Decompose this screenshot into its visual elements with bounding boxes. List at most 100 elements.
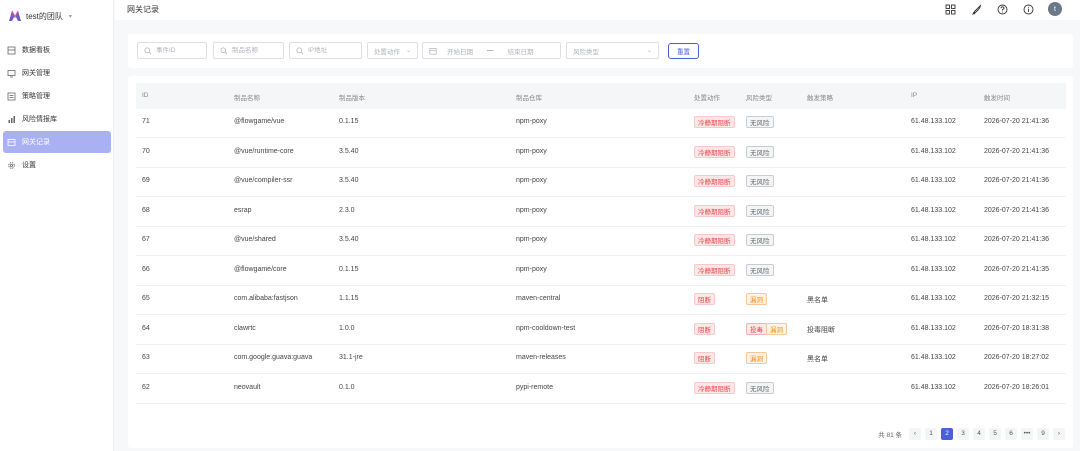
risk-tag: 无风险 <box>746 145 774 158</box>
top-header: 网关记录 t <box>115 0 1080 20</box>
table-row[interactable]: 67 @vue/shared 3.5.40 npm-poxy 61.48.133.102… <box>136 227 1066 256</box>
risk-tag: 无风险 <box>746 234 774 246</box>
sidebar-item-risk-intel[interactable]: 风险情报库 <box>3 108 111 130</box>
cell-ip: 61.48.133.102 <box>911 236 956 243</box>
cell-ip: 61.48.133.102 <box>911 354 956 361</box>
cell-id: 71 <box>142 118 150 125</box>
cell-repo: npm-poxy <box>516 177 547 184</box>
pagination-page-button[interactable]: 2 <box>941 427 953 440</box>
avatar[interactable]: t <box>1048 2 1062 16</box>
table-header: ID 制品名称 制品版本 制品仓库 处置动作 风险类型 触发策略 IP 触发时间 <box>136 83 1066 109</box>
table-row[interactable]: 62 neovault 0.1.0 pypi-remote 61.48.133.102 2… <box>136 375 1066 404</box>
sidebar-item-gateway[interactable]: 网关管理 <box>3 62 111 84</box>
sidebar-item-label: 网关管理 <box>22 70 50 77</box>
sidebar-item-settings[interactable]: 设置 <box>3 154 111 176</box>
table-row[interactable]: 66 @flowgame/core 0.1.15 npm-poxy 61.48.133.… <box>136 257 1066 286</box>
pagination-page-button[interactable]: 6 <box>1005 427 1017 440</box>
info-icon[interactable] <box>1022 3 1034 15</box>
team-switcher[interactable]: test的团队 ▾ <box>8 8 72 24</box>
cell-version: 2.3.0 <box>339 206 355 214</box>
column-header-action: 处置动作 <box>694 95 720 102</box>
pagination-page-button[interactable]: 4 <box>973 427 985 440</box>
risk-tag: 无风险 <box>746 263 774 276</box>
column-header-time: 触发时间 <box>984 95 1010 102</box>
chart-icon <box>7 115 16 124</box>
table-row[interactable]: 64 clawrtc 1.0.0 npm-cooldown-test 投毒阻断 61.48… <box>136 316 1066 345</box>
team-name: test的团队 <box>26 11 63 21</box>
cell-time: 2026-07-20 18:27:02 <box>984 354 1049 361</box>
policy-icon <box>7 92 16 101</box>
records-table: ID 制品名称 制品版本 制品仓库 处置动作 风险类型 触发策略 IP 触发时间… <box>128 76 1073 448</box>
sidebar-item-dashboard[interactable]: 数据看板 <box>3 39 111 61</box>
date-separator: — <box>487 47 494 54</box>
gear-icon <box>7 161 16 170</box>
record-icon <box>7 138 16 147</box>
pagination-prev-button[interactable]: ‹ <box>909 427 921 440</box>
risk-tag: 无风险 <box>746 381 774 394</box>
table-row[interactable]: 68 esrap 2.3.0 npm-poxy 61.48.133.102 2026-07… <box>136 198 1066 227</box>
cell-name: clawrtc <box>234 324 256 332</box>
cell-id: 67 <box>142 236 150 243</box>
rocket-icon[interactable] <box>970 3 982 15</box>
table-row[interactable]: 70 @vue/runtime-core 3.5.40 npm-poxy 61.48.1… <box>136 139 1066 168</box>
pagination-next-button[interactable]: › <box>1053 427 1065 440</box>
search-icon <box>144 46 152 54</box>
apps-grid-icon[interactable] <box>944 3 956 15</box>
table-row[interactable]: 71 @flowgame/vue 0.1.15 npm-poxy 61.48.133.1… <box>136 109 1066 138</box>
column-header-policy: 触发策略 <box>807 95 833 102</box>
action-tag: 冷静期阻断 <box>694 234 735 246</box>
column-header-risk: 风险类型 <box>746 95 772 102</box>
sidebar-item-gateway-records[interactable]: 网关记录 <box>3 131 111 153</box>
cell-version: 3.5.40 <box>339 177 359 184</box>
cell-repo: npm-poxy <box>516 265 547 273</box>
table-row[interactable]: 69 @vue/compiler-ssr 3.5.40 npm-poxy 61.48.1… <box>136 168 1066 197</box>
cell-version: 1.1.15 <box>339 295 359 302</box>
cell-ip: 61.48.133.102 <box>911 295 956 302</box>
ip-field[interactable] <box>289 42 362 59</box>
cell-id: 62 <box>142 383 150 391</box>
calendar-icon <box>429 47 437 55</box>
cell-ip: 61.48.133.102 <box>911 118 956 125</box>
product-name-field[interactable] <box>213 42 284 59</box>
sidebar-item-policy[interactable]: 策略管理 <box>3 85 111 107</box>
product-name-input[interactable] <box>232 47 277 54</box>
chevron-down-icon: ⌄ <box>646 48 652 54</box>
event-id-field[interactable] <box>137 42 207 59</box>
cell-repo: npm-poxy <box>516 206 547 214</box>
cell-version: 1.0.0 <box>339 324 355 332</box>
cell-id: 63 <box>142 354 150 361</box>
cell-id: 69 <box>142 177 150 184</box>
event-id-input[interactable] <box>156 47 200 54</box>
cell-time: 2026-07-20 21:41:36 <box>984 236 1049 243</box>
pagination-ellipsis[interactable]: ••• <box>1021 427 1033 440</box>
cell-ip: 61.48.133.102 <box>911 383 956 391</box>
action-tag: 阻断 <box>694 322 715 335</box>
cell-name: @flowgame/vue <box>234 118 285 125</box>
risk-tag: 无风险 <box>746 116 774 128</box>
ip-input[interactable] <box>308 47 355 54</box>
cell-id: 70 <box>142 147 150 155</box>
pagination-page-button[interactable]: 3 <box>957 427 969 440</box>
pagination-page-button[interactable]: 5 <box>989 427 1001 440</box>
cell-version: 31.1-jre <box>339 354 363 361</box>
start-date-placeholder: 开始日期 <box>447 48 473 56</box>
action-tag: 冷静期阻断 <box>694 263 735 276</box>
risk-tag: 漏洞 <box>746 352 767 364</box>
reset-button[interactable]: 重置 <box>668 43 699 59</box>
cell-time: 2026-07-20 21:32:15 <box>984 295 1049 302</box>
action-tag: 阻断 <box>694 352 715 364</box>
cell-policy: 投毒阻断 <box>807 326 835 334</box>
table-row[interactable]: 63 com.google.guava:guava 31.1-jre maven-re… <box>136 345 1066 374</box>
table-row[interactable]: 65 com.alibaba:fastjson 1.1.15 maven-centra… <box>136 286 1066 315</box>
cell-name: @vue/compiler-ssr <box>234 177 293 184</box>
date-range-picker[interactable]: 开始日期 — 结束日期 <box>422 42 561 59</box>
action-select[interactable]: 处置动作 ⌄ <box>367 42 418 59</box>
pagination-page-button[interactable]: 9 <box>1037 427 1049 440</box>
cell-repo: npm-poxy <box>516 236 547 243</box>
risk-type-select[interactable]: 风险类型 ⌄ <box>566 42 659 59</box>
action-tag: 冷静期阻断 <box>694 204 735 217</box>
pagination-page-button[interactable]: 1 <box>925 427 937 440</box>
risk-tag: 无风险 <box>746 204 774 217</box>
help-icon[interactable] <box>996 3 1008 15</box>
column-header-repo: 制品仓库 <box>516 95 542 102</box>
